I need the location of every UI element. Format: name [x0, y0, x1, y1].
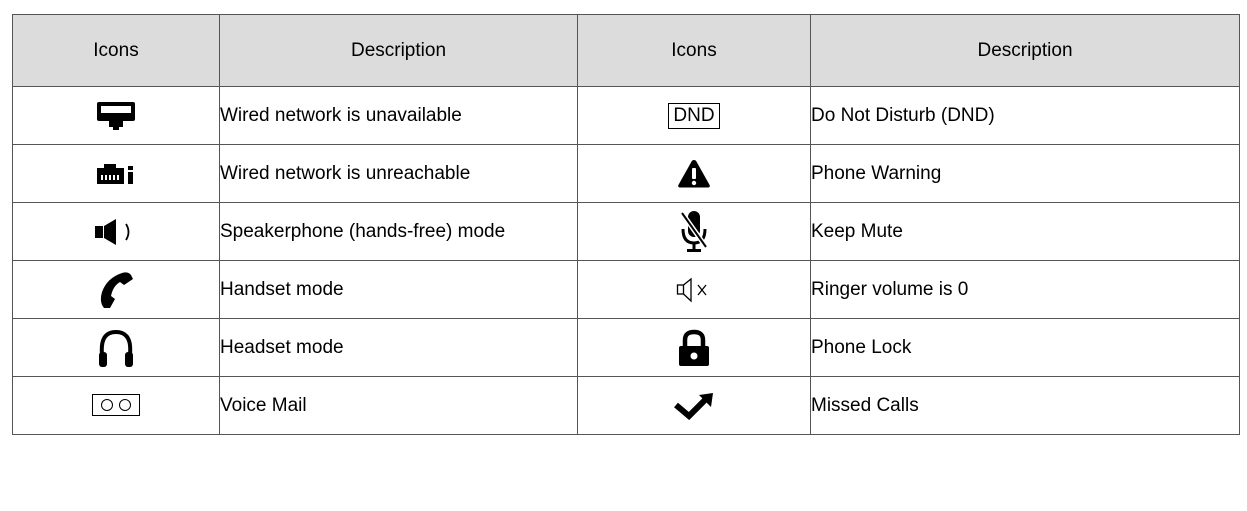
warning-icon: [677, 159, 711, 189]
icon-cell: [577, 318, 811, 377]
lock-icon: [677, 329, 711, 367]
icon-cell: [577, 260, 811, 319]
icon-cell: [577, 144, 811, 203]
icon-cell: DND: [577, 86, 811, 145]
table-row: Speakerphone (hands-free) mode Keep Mute: [12, 202, 1240, 261]
speakerphone-icon: [94, 218, 138, 246]
description-cell: Do Not Disturb (DND): [810, 86, 1240, 145]
voicemail-circle: [119, 399, 131, 411]
handset-icon: [98, 270, 134, 310]
header-icons-left: Icons: [12, 14, 220, 87]
icon-cell: [12, 318, 220, 377]
header-description-right: Description: [810, 14, 1240, 87]
description-cell: Speakerphone (hands-free) mode: [219, 202, 578, 261]
description-cell: Wired network is unavailable: [219, 86, 578, 145]
table-row: Wired network is unavailable DND Do Not …: [12, 86, 1240, 145]
table-row: Voice Mail Missed Calls: [12, 376, 1240, 435]
icons-table: Icons Description Icons Description Wire…: [12, 14, 1240, 435]
table-row: Headset mode Phone Lock: [12, 318, 1240, 377]
icon-cell: [12, 260, 220, 319]
icon-cell: [12, 144, 220, 203]
description-cell: Keep Mute: [810, 202, 1240, 261]
icon-cell: [12, 202, 220, 261]
description-cell: Handset mode: [219, 260, 578, 319]
missed-call-icon: [673, 392, 715, 420]
wired-network-unavailable-icon: [96, 101, 136, 131]
description-cell: Wired network is unreachable: [219, 144, 578, 203]
table-row: Handset mode Ringer volume is 0: [12, 260, 1240, 319]
ringer-off-icon: [676, 277, 712, 303]
table-row: Wired network is unreachable Phone Warni…: [12, 144, 1240, 203]
voicemail-circle: [101, 399, 113, 411]
description-cell: Voice Mail: [219, 376, 578, 435]
description-cell: Ringer volume is 0: [810, 260, 1240, 319]
icon-cell: [577, 202, 811, 261]
headset-icon: [97, 328, 135, 368]
description-cell: Headset mode: [219, 318, 578, 377]
icon-cell: [577, 376, 811, 435]
description-cell: Phone Lock: [810, 318, 1240, 377]
dnd-icon: DND: [668, 102, 720, 129]
wired-network-unreachable-icon: [96, 162, 136, 186]
microphone-muted-icon: [679, 209, 709, 255]
header-icons-right: Icons: [577, 14, 811, 87]
description-cell: Phone Warning: [810, 144, 1240, 203]
table-header-row: Icons Description Icons Description: [12, 14, 1240, 87]
icon-cell: [12, 86, 220, 145]
voicemail-icon: [92, 394, 140, 416]
header-description-left: Description: [219, 14, 578, 87]
description-cell: Missed Calls: [810, 376, 1240, 435]
icon-cell: [12, 376, 220, 435]
